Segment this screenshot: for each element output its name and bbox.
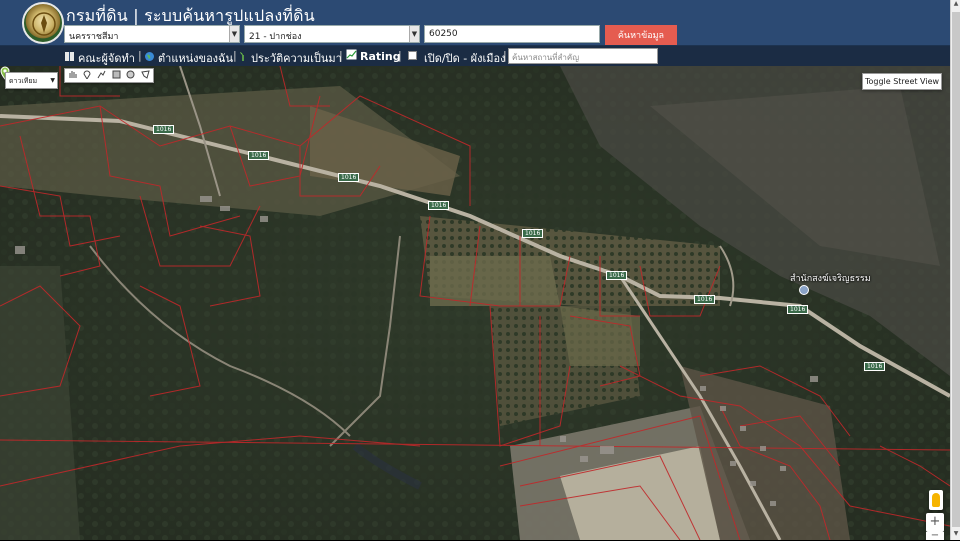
nav-item-team[interactable]: คณะผู้จัดทำ [64, 49, 135, 67]
circle-icon[interactable] [125, 70, 137, 81]
nav-item-rating[interactable]: Rating [346, 49, 401, 63]
toggle-street-view-button[interactable]: Toggle Street View [862, 73, 942, 90]
road-label: 1016 [787, 305, 809, 314]
satellite-map[interactable]: 1016 1016 1016 1016 1016 1016 1016 1016 … [0, 66, 950, 540]
road-label: 1016 [864, 362, 886, 371]
road-label: 1016 [338, 173, 360, 182]
nav-item-label: คณะผู้จัดทำ [78, 52, 135, 65]
scroll-down-icon[interactable]: ▼ [951, 530, 960, 540]
polygon-icon[interactable] [140, 70, 152, 81]
road-label: 1016 [606, 271, 628, 280]
temple-poi-icon[interactable] [799, 285, 809, 295]
province-select-value: นครราชสีมา [69, 32, 119, 42]
road-label: 1016 [248, 151, 270, 160]
nav-item-label: Rating [360, 49, 401, 63]
department-logo [22, 2, 64, 44]
drawing-toolbar [64, 68, 154, 83]
district-select-value: 21 - ปากช่อง [249, 32, 302, 42]
road-label: 1016 [153, 125, 175, 134]
chevron-down-icon: ▼ [409, 26, 419, 42]
chevron-down-icon: ▼ [50, 77, 55, 84]
search-button[interactable]: ค้นหาข้อมูล [605, 25, 677, 45]
map-imagery [0, 66, 950, 540]
hand-icon[interactable] [66, 70, 78, 81]
nav-item-city-plan[interactable]: เปิด/ปิด - ผังเมือง [424, 49, 506, 67]
polyline-icon[interactable] [96, 70, 108, 81]
nav-separator: | [339, 49, 343, 62]
zoom-out-button[interactable]: − [926, 531, 944, 541]
district-select[interactable]: 21 - ปากช่อง ▼ [244, 25, 420, 43]
nav-item-label: ประวัติความเป็นมา [251, 52, 342, 65]
nav-item-my-location[interactable]: ตำแหน่งของฉัน [144, 49, 233, 67]
place-search-input[interactable]: ค้นหาสถานที่สำคัญ [508, 48, 658, 64]
nav-separator: | [233, 49, 237, 62]
province-select[interactable]: นครราชสีมา ▼ [64, 25, 240, 43]
globe-icon [144, 51, 155, 65]
scrollbar-thumb[interactable] [952, 12, 960, 527]
road-label: 1016 [694, 295, 716, 304]
book-icon [64, 51, 75, 65]
chart-icon [346, 49, 357, 63]
road-label: 1016 [522, 229, 544, 238]
sprout-icon [239, 51, 248, 65]
chevron-down-icon: ▼ [229, 26, 239, 42]
nav-separator: | [138, 49, 142, 62]
nav-item-history[interactable]: ประวัติความเป็นมา [239, 49, 342, 67]
map-type-select[interactable]: ดาวเทียม ▼ [5, 72, 58, 89]
city-plan-checkbox[interactable] [408, 51, 417, 60]
postal-code-input[interactable]: 60250 [424, 25, 600, 43]
header-bar: กรมที่ดิน | ระบบค้นหารูปแปลงที่ดิน นครรา… [0, 0, 960, 46]
navbar: คณะผู้จัดทำ | ตำแหน่งของฉัน | ประวัติควา… [0, 46, 950, 66]
road-label: 1016 [428, 201, 450, 210]
pegman-icon[interactable] [929, 490, 943, 510]
page-scrollbar[interactable]: ▲ ▼ [950, 0, 960, 540]
nav-separator: | [398, 49, 402, 62]
nav-item-label: เปิด/ปิด - ผังเมือง [424, 52, 506, 65]
poi-label[interactable]: สำนักสงฆ์เจริญธรรม [790, 271, 871, 285]
map-type-value: ดาวเทียม [9, 77, 38, 85]
nav-item-label: ตำแหน่งของฉัน [158, 52, 234, 65]
marker-icon[interactable] [81, 70, 93, 81]
nav-separator: | [503, 49, 507, 62]
rectangle-icon[interactable] [110, 70, 122, 81]
scroll-up-icon[interactable]: ▲ [951, 0, 960, 10]
